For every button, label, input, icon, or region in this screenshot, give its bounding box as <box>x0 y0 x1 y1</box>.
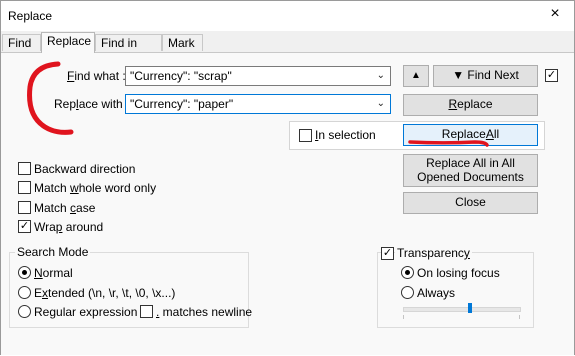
tab-mark[interactable]: Mark <box>162 34 203 51</box>
replace-all-button[interactable]: Replace All <box>403 124 538 146</box>
tab-replace[interactable]: Replace <box>41 32 95 53</box>
tab-find[interactable]: Find <box>2 34 41 51</box>
extended-radio[interactable] <box>18 286 31 299</box>
regex-label: Regular expression <box>34 305 138 319</box>
chevron-down-icon[interactable]: ⌄ <box>377 67 385 85</box>
find-next-button[interactable]: ▼ Find Next <box>433 65 538 87</box>
replace-with-label: Replace with : <box>54 97 130 111</box>
close-button[interactable]: Close <box>403 192 538 214</box>
slider-tick <box>403 315 404 319</box>
on-losing-focus-label: On losing focus <box>417 266 500 280</box>
close-icon[interactable]: × <box>548 6 562 22</box>
extended-label: Extended (\n, \r, \t, \0, \x...) <box>34 286 176 300</box>
find-what-label: Find what : <box>67 69 126 83</box>
in-selection-label: In selection <box>315 128 376 142</box>
tab-find-in-files[interactable]: Find in Files <box>95 34 162 67</box>
in-selection-checkbox[interactable] <box>299 129 312 142</box>
find-what-combo[interactable]: "Currency": "scrap" ⌄ <box>125 66 391 86</box>
chevron-down-icon[interactable]: ⌄ <box>377 95 385 113</box>
transparency-label: Transparency <box>395 246 472 260</box>
find-next-option-checkbox[interactable]: ✓ <box>545 69 558 82</box>
transparency-checkbox[interactable]: ✓ <box>381 247 394 260</box>
matches-newline-label: . matches newline <box>156 305 253 319</box>
match-whole-word-checkbox[interactable] <box>18 181 31 194</box>
always-radio[interactable] <box>401 286 414 299</box>
replace-button[interactable]: Replace <box>403 94 538 116</box>
title-bar: Replace × <box>1 1 574 31</box>
replace-with-value: "Currency": "paper" <box>130 97 234 111</box>
slider-tick <box>519 315 520 319</box>
window-title: Replace <box>8 9 53 23</box>
normal-radio[interactable] <box>18 266 31 279</box>
wrap-around-checkbox[interactable]: ✓ <box>18 220 31 233</box>
find-what-value: "Currency": "scrap" <box>130 69 232 83</box>
replace-all-opened-button[interactable]: Replace All in All Opened Documents <box>403 154 538 187</box>
matches-newline-checkbox[interactable] <box>140 305 153 318</box>
replace-panel: Find what : "Currency": "scrap" ⌄ Replac… <box>1 52 574 355</box>
replace-with-combo[interactable]: "Currency": "paper" ⌄ <box>125 94 391 114</box>
match-case-label: Match case <box>34 201 96 215</box>
wrap-around-label: Wrap around <box>34 220 104 234</box>
match-whole-word-label: Match whole word only <box>34 181 157 195</box>
transparency-slider-thumb[interactable] <box>468 303 473 313</box>
transparency-slider-track[interactable] <box>403 307 521 312</box>
always-label: Always <box>417 286 456 300</box>
search-up-button[interactable]: ▲ <box>403 65 429 87</box>
match-case-checkbox[interactable] <box>18 201 31 214</box>
regex-radio[interactable] <box>18 305 31 318</box>
backward-direction-checkbox[interactable] <box>18 162 31 175</box>
on-losing-focus-radio[interactable] <box>401 266 414 279</box>
replace-dialog: Replace × Find Replace Find in Files Mar… <box>0 0 575 355</box>
normal-label: Normal <box>34 266 73 280</box>
search-mode-title: Search Mode <box>15 245 91 259</box>
tab-bar: Find Replace Find in Files Mark <box>1 32 574 67</box>
backward-direction-label: Backward direction <box>34 162 136 176</box>
